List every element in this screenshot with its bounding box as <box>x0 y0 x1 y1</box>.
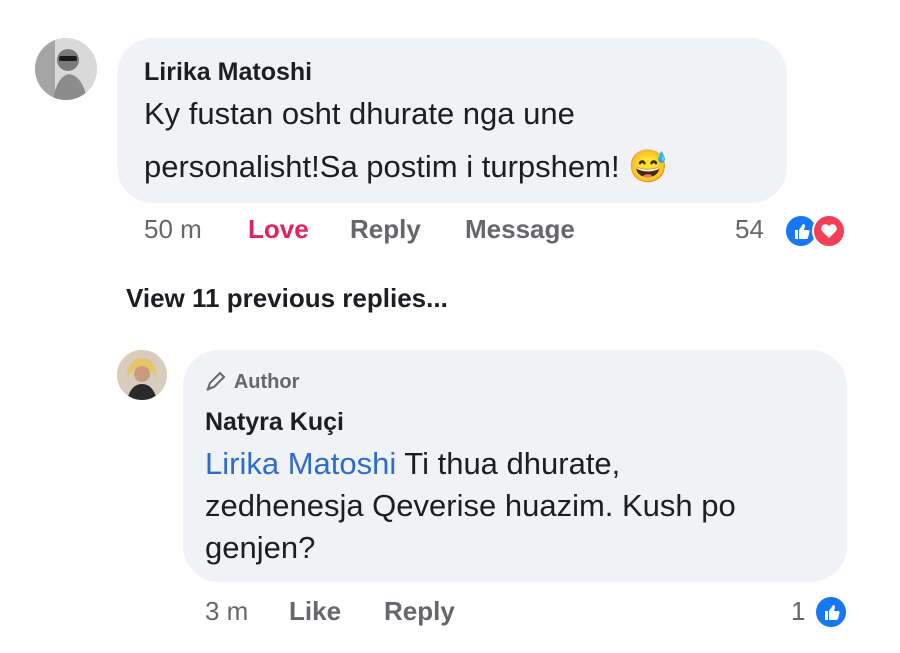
comment-actions: 50 m Love Reply Message <box>0 214 900 254</box>
comment-text-line2-content: personalisht!Sa postim i turpshem! <box>144 149 620 184</box>
reaction-count[interactable]: 54 <box>735 214 764 245</box>
reply-author[interactable]: Natyra Kuçi <box>205 408 344 437</box>
pencil-icon <box>206 371 226 391</box>
profile-photo-icon <box>117 350 167 400</box>
message-button[interactable]: Message <box>465 214 575 245</box>
reply-like-reaction-icon <box>814 595 848 629</box>
reply-button[interactable]: Reply <box>350 214 421 245</box>
love-reaction-icon <box>812 214 846 248</box>
reply-text-line1-rest: Ti thua dhurate, <box>396 446 621 481</box>
reply-reaction-count[interactable]: 1 <box>791 596 805 627</box>
reply-text-line1: Lirika Matoshi Ti thua dhurate, <box>205 442 620 486</box>
comment-text-line2: personalisht!Sa postim i turpshem! 😅 <box>144 144 668 189</box>
mention-link[interactable]: Lirika Matoshi <box>205 446 396 481</box>
reply-actions: 3 m Like Reply <box>0 596 900 636</box>
avatar[interactable] <box>35 38 97 100</box>
sweat-smile-emoji-icon: 😅 <box>628 148 669 184</box>
view-previous-replies-link[interactable]: View 11 previous replies... <box>126 283 448 314</box>
author-badge-label: Author <box>233 371 300 393</box>
author-badge: Author <box>205 370 299 394</box>
reply-text-line3: genjen? <box>205 530 316 565</box>
reply-timestamp[interactable]: 3 m <box>205 596 248 627</box>
comment-author[interactable]: Lirika Matoshi <box>144 58 312 87</box>
comment-text-line1: Ky fustan osht dhurate nga une <box>144 96 575 131</box>
love-button[interactable]: Love <box>248 214 309 245</box>
reply-avatar[interactable] <box>117 350 167 400</box>
profile-photo-icon <box>35 38 97 100</box>
reply-reply-button[interactable]: Reply <box>384 596 455 627</box>
comment-timestamp[interactable]: 50 m <box>144 214 202 245</box>
reply-text-line2: zedhenesja Qeverise huazim. Kush po <box>205 488 736 523</box>
like-button[interactable]: Like <box>289 596 341 627</box>
